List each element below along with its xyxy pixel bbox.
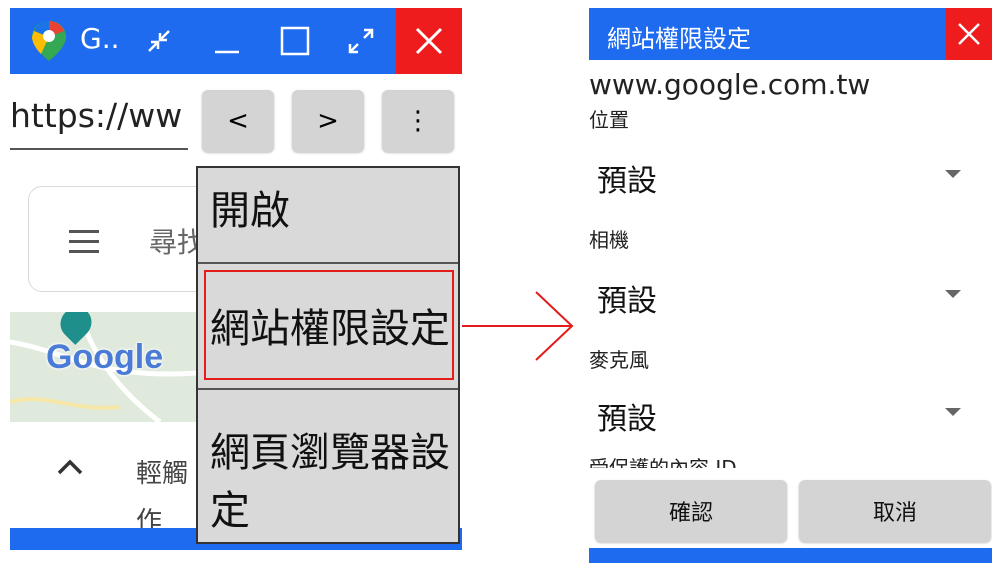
- dropdown-arrow-icon: [945, 290, 961, 298]
- forward-button[interactable]: >: [292, 90, 364, 152]
- menu-item-browser-settings[interactable]: 網頁瀏覽器設定: [198, 424, 456, 540]
- camera-select[interactable]: 預設: [589, 264, 989, 324]
- dropdown-arrow-icon: [945, 408, 961, 416]
- title-bar: G..: [10, 8, 462, 74]
- browser-window: G.. https://ww < > ⋮ 尋找 Google 輕觸 作 開啟 網…: [10, 8, 462, 550]
- highlight-box: [204, 270, 454, 380]
- dialog-title: 網站權限設定: [607, 25, 751, 53]
- expand-icon: [348, 28, 374, 54]
- maximize-button[interactable]: [266, 8, 324, 74]
- menu-divider: [198, 262, 458, 264]
- map-view[interactable]: Google: [10, 312, 210, 422]
- cancel-button[interactable]: 取消: [799, 480, 991, 542]
- location-label: 位置: [589, 108, 629, 132]
- url-field[interactable]: https://ww: [10, 96, 188, 150]
- close-button[interactable]: [396, 8, 462, 74]
- camera-select-value: 預設: [597, 284, 657, 319]
- hamburger-menu-icon[interactable]: [69, 230, 99, 260]
- dialog-title-bar: 網站權限設定: [589, 8, 992, 60]
- google-maps-icon: [32, 21, 66, 61]
- dropdown-arrow-icon: [945, 170, 961, 178]
- microphone-select[interactable]: 預設: [589, 382, 989, 442]
- dialog-close-button[interactable]: [946, 8, 992, 60]
- maximize-icon: [280, 26, 310, 56]
- menu-item-open[interactable]: 開啟: [198, 178, 458, 236]
- location-select[interactable]: 預設: [589, 144, 989, 204]
- protected-content-label: 受保護的內容 ID: [589, 458, 737, 468]
- window-title: G..: [80, 22, 120, 55]
- chevron-up-icon[interactable]: [56, 458, 84, 476]
- expand-button[interactable]: [332, 8, 390, 74]
- microphone-select-value: 預設: [597, 402, 657, 437]
- popup-menu: 開啟 網站權限設定 網頁瀏覽器設定: [196, 166, 460, 544]
- confirm-button[interactable]: 確認: [595, 480, 787, 542]
- shrink-icon: [148, 30, 170, 52]
- minimize-button[interactable]: [198, 8, 256, 74]
- minimize-icon: [215, 50, 239, 54]
- google-watermark-text: Google: [46, 338, 164, 376]
- microphone-label: 麥克風: [589, 348, 649, 372]
- camera-label: 相機: [589, 228, 629, 252]
- more-options-button[interactable]: ⋮: [382, 90, 454, 152]
- back-button[interactable]: <: [202, 90, 274, 152]
- shrink-button[interactable]: [130, 8, 188, 74]
- site-domain: www.google.com.tw: [589, 68, 871, 101]
- site-permissions-dialog: 網站權限設定 www.google.com.tw 位置 預設 相機 預設 麥克風…: [589, 8, 992, 563]
- close-icon: [958, 23, 980, 45]
- close-icon: [415, 27, 443, 55]
- menu-divider: [198, 388, 458, 390]
- google-watermark: Google: [46, 338, 163, 377]
- location-select-value: 預設: [597, 164, 657, 199]
- bottom-bar: [589, 548, 992, 563]
- arrow-right-icon: [462, 291, 574, 361]
